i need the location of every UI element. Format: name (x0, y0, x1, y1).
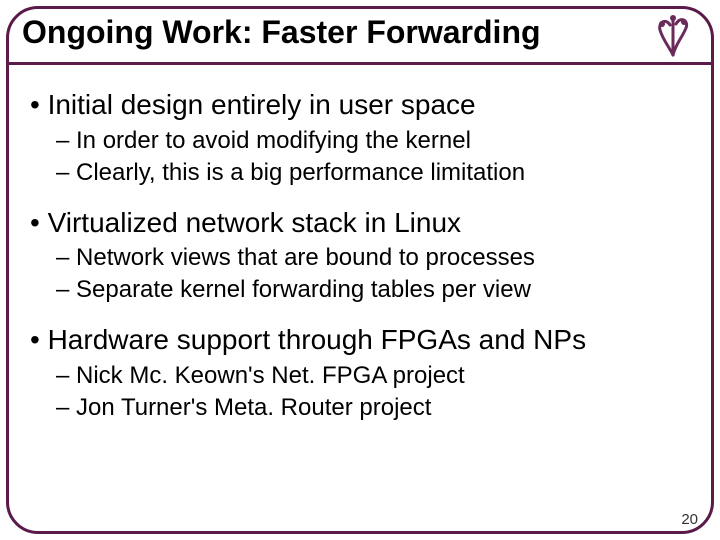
bullet-sub: – Separate kernel forwarding tables per … (56, 275, 700, 305)
bullet-group: • Virtualized network stack in Linux – N… (30, 206, 700, 306)
slide-body: • Initial design entirely in user space … (30, 80, 700, 441)
bullet-sub: – Clearly, this is a big performance lim… (56, 158, 700, 188)
bullet-sub: – In order to avoid modifying the kernel (56, 126, 700, 156)
title-underline (6, 62, 714, 65)
decorative-logo-icon (648, 10, 698, 60)
slide-title: Ongoing Work: Faster Forwarding (22, 14, 541, 51)
bullet-sub: – Jon Turner's Meta. Router project (56, 393, 700, 423)
bullet-group: • Hardware support through FPGAs and NPs… (30, 323, 700, 423)
bullet-group: • Initial design entirely in user space … (30, 88, 700, 188)
bullet-main: • Hardware support through FPGAs and NPs (30, 323, 700, 357)
bullet-sub: – Network views that are bound to proces… (56, 243, 700, 273)
bullet-main: • Virtualized network stack in Linux (30, 206, 700, 240)
bullet-main: • Initial design entirely in user space (30, 88, 700, 122)
page-number: 20 (681, 511, 698, 528)
bullet-sub: – Nick Mc. Keown's Net. FPGA project (56, 361, 700, 391)
